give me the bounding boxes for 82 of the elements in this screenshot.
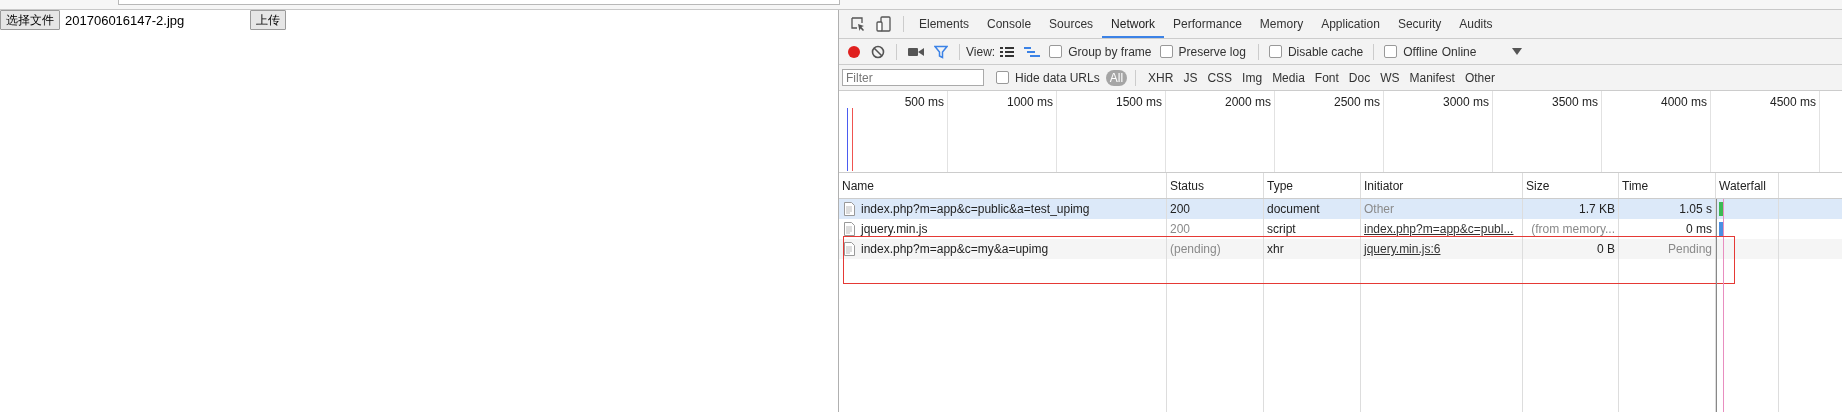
column-header[interactable]: Type (1264, 173, 1361, 198)
checkbox[interactable] (996, 71, 1009, 84)
cell-text: Other (1364, 202, 1394, 216)
inspect-icon[interactable] (850, 16, 866, 32)
tick-label: 2500 ms (1333, 94, 1381, 109)
checkbox-label: Hide data URLs (1015, 70, 1100, 85)
column-header[interactable]: Size (1523, 173, 1619, 198)
tick-label: 2000 ms (1224, 94, 1272, 109)
column-header[interactable]: Time (1619, 173, 1716, 198)
filter-field[interactable]: Filter (842, 69, 984, 86)
column-header[interactable]: Status (1167, 173, 1264, 198)
list-view-icon[interactable] (1000, 45, 1015, 58)
checkbox[interactable] (1159, 45, 1173, 58)
file-name: 201706016147-2.jpg (65, 12, 186, 28)
panel-tab[interactable]: Sources (1040, 10, 1103, 38)
type-filter[interactable]: Img (1238, 69, 1267, 86)
video-camera-icon[interactable] (908, 45, 924, 58)
type-filter[interactable]: CSS (1203, 69, 1237, 86)
type-filter[interactable]: WS (1376, 69, 1404, 86)
column-header[interactable]: Waterfall (1716, 173, 1779, 198)
record-icon[interactable] (847, 44, 861, 59)
panel-tab[interactable]: Application (1312, 10, 1389, 38)
choose-file-button[interactable]: 选择文件 (0, 10, 60, 30)
dropdown-caret-icon[interactable] (1512, 48, 1523, 55)
clear-icon[interactable] (871, 44, 885, 59)
type-filter[interactable]: Font (1310, 69, 1343, 86)
panel-tab[interactable]: Performance (1164, 10, 1251, 38)
tick-label: 1500 ms (1115, 94, 1163, 109)
checkbox[interactable] (1049, 45, 1063, 58)
checkbox[interactable] (1384, 45, 1398, 58)
tick-label: 4500 ms (1769, 94, 1817, 109)
cell-text: document (1267, 202, 1320, 216)
type-filter[interactable]: Other (1460, 69, 1499, 86)
tick-label: 1000 ms (1006, 94, 1054, 109)
cell-text: 0 B (1597, 242, 1615, 256)
document-icon (844, 222, 855, 236)
request-name: index.php?m=app&c=public&a=test_upimg (861, 202, 1090, 216)
initiator-link[interactable]: jquery.min.js:6 (1364, 242, 1441, 256)
panel-tab[interactable]: Memory (1250, 10, 1313, 38)
checkbox-label: Offline (1403, 44, 1438, 59)
tick-label: 500 ms (904, 94, 945, 109)
document-icon (844, 242, 855, 256)
panel-tab[interactable]: Elements (910, 10, 979, 38)
checkbox-label: Preserve log (1178, 44, 1246, 59)
cell-text: 1.05 s (1679, 202, 1712, 216)
cell-text: xhr (1267, 242, 1284, 256)
panel-tab[interactable]: Audits (1450, 10, 1502, 38)
type-filter[interactable]: Media (1268, 69, 1309, 86)
cell-text: 1.7 KB (1578, 202, 1615, 216)
cell-text: 0 ms (1686, 222, 1712, 236)
device-icon[interactable] (876, 16, 892, 32)
checkbox-label: Group by frame (1068, 44, 1152, 59)
type-filter[interactable]: Doc (1344, 69, 1375, 86)
initiator-link[interactable]: index.php?m=app&c=publ... (1364, 222, 1514, 236)
waterfall-view-icon[interactable] (1024, 45, 1041, 58)
tick-label: 3000 ms (1442, 94, 1490, 109)
checkbox[interactable] (1268, 45, 1282, 58)
request-name: index.php?m=app&c=my&a=upimg (861, 242, 1049, 256)
column-header[interactable]: Name (839, 173, 1167, 198)
panel-tab[interactable]: Console (978, 10, 1041, 38)
cell-text: (pending) (1170, 242, 1221, 256)
request-row[interactable]: index.php?m=app&c=public&a=test_upimg 200 document Other 1.7 KB 1.05 s (839, 199, 1842, 219)
document-icon (844, 202, 855, 216)
filter-icon[interactable] (934, 44, 948, 59)
upload-button[interactable]: 上传 (250, 10, 286, 30)
cell-text: 200 (1170, 222, 1191, 236)
cell-text: (from memory... (1531, 222, 1615, 236)
column-header[interactable]: Initiator (1361, 173, 1523, 198)
request-row[interactable]: index.php?m=app&c=my&a=upimg (pending) xhr jquery.min.js:6 0 B Pending (839, 239, 1842, 259)
throttling-select[interactable]: Online (1441, 44, 1477, 59)
request-name: jquery.min.js (861, 222, 928, 236)
tick-label: 3500 ms (1551, 94, 1599, 109)
type-filter[interactable]: XHR (1144, 69, 1178, 86)
view-label: View: (966, 44, 996, 59)
panel-tab[interactable]: Security (1388, 10, 1451, 38)
type-filter[interactable]: Manifest (1405, 69, 1459, 86)
cell-text: Pending (1667, 242, 1712, 256)
type-filter[interactable]: JS (1179, 69, 1202, 86)
cell-text: 200 (1170, 202, 1191, 216)
cell-text: script (1267, 222, 1296, 236)
checkbox-label: Disable cache (1287, 44, 1364, 59)
tick-label: 4000 ms (1660, 94, 1708, 109)
